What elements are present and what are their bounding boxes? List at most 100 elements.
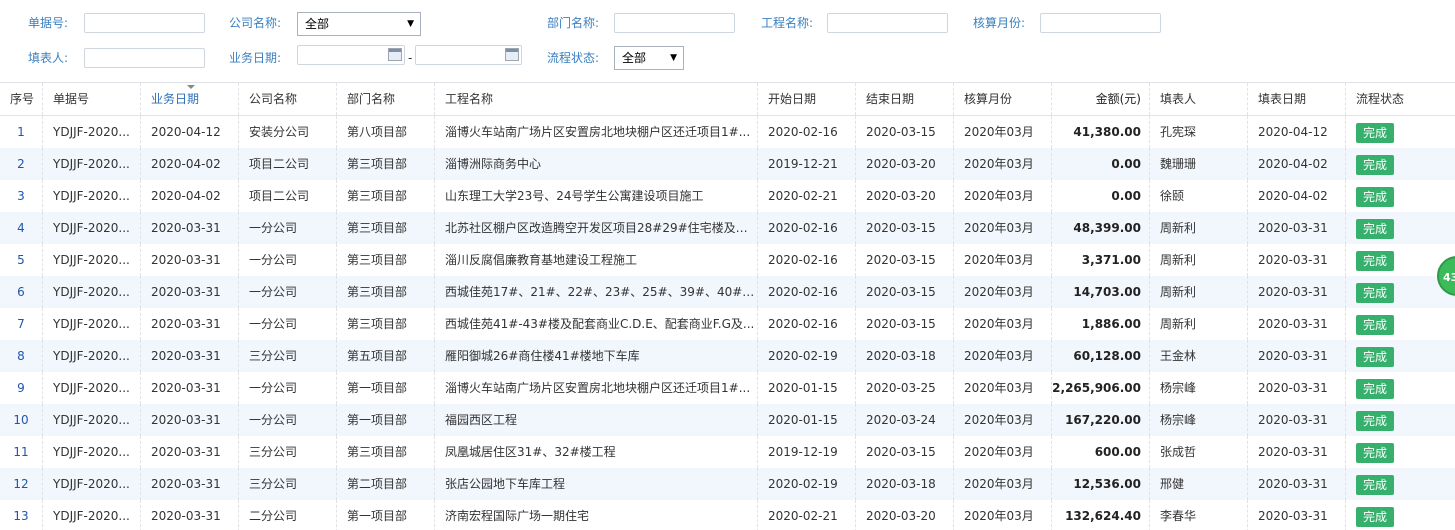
dept-label: 部门名称: [547,16,600,30]
status-badge[interactable]: 完成 [1356,442,1395,463]
table-row[interactable]: 5 YDJJF-2020... 2020-03-31 一分公司 第三项目部 淄川反腐倡廉教… [0,244,1455,276]
table-row[interactable]: 2 YDJJF-2020... 2020-04-02 项目二公司 第三项目部 淄博洲际商务… [0,148,1455,180]
flow-status-select[interactable]: 全部 ▼ [614,46,684,70]
filler-label: 填表人: [28,51,69,65]
row-month: 2020年03月 [954,148,1052,180]
project-input[interactable] [827,13,948,33]
flow-status-select-value: 全部 [622,51,647,65]
bizdate-start-input[interactable] [297,45,405,65]
table-row[interactable]: 6 YDJJF-2020... 2020-03-31 一分公司 第三项目部 西城佳苑17#… [0,276,1455,308]
row-amount: 132,624.40 [1052,500,1150,530]
row-amount: 14,703.00 [1052,276,1150,308]
status-badge[interactable]: 完成 [1356,378,1395,399]
table-row[interactable]: 13 YDJJF-2020... 2020-03-31 二分公司 第一项目部 济南宏程国际… [0,500,1455,530]
row-doc-no: YDJJF-2020... [43,244,141,276]
filler-input[interactable] [84,48,205,68]
row-no[interactable]: 4 [0,212,43,244]
row-bizdate: 2020-03-31 [141,468,239,500]
status-badge[interactable]: 完成 [1356,346,1395,367]
row-dept: 第三项目部 [337,436,435,468]
col-header-bizdate[interactable]: 业务日期 [141,83,239,115]
row-no[interactable]: 10 [0,404,43,436]
status-badge[interactable]: 完成 [1356,410,1395,431]
table-row[interactable]: 7 YDJJF-2020... 2020-03-31 一分公司 第三项目部 西城佳苑41#… [0,308,1455,340]
col-header-company[interactable]: 公司名称 [239,83,337,115]
row-status: 完成 [1346,468,1455,500]
calendar-icon[interactable] [388,48,402,61]
row-no[interactable]: 6 [0,276,43,308]
row-filler: 杨宗峰 [1150,372,1248,404]
col-header-dept[interactable]: 部门名称 [337,83,435,115]
row-month: 2020年03月 [954,436,1052,468]
status-badge[interactable]: 完成 [1356,282,1395,303]
status-badge[interactable]: 完成 [1356,506,1395,527]
row-no[interactable]: 13 [0,500,43,530]
row-doc-no: YDJJF-2020... [43,404,141,436]
company-select[interactable]: 全部 ▼ [297,12,421,36]
row-filler: 徐颐 [1150,180,1248,212]
row-doc-no: YDJJF-2020... [43,500,141,530]
col-header-status[interactable]: 流程状态 [1346,83,1455,115]
status-badge[interactable]: 完成 [1356,218,1395,239]
table-row[interactable]: 4 YDJJF-2020... 2020-03-31 一分公司 第三项目部 北苏社区棚户区… [0,212,1455,244]
table-row[interactable]: 1 YDJJF-2020... 2020-04-12 安装分公司 第八项目部 淄博火车站南… [0,116,1455,148]
row-doc-no: YDJJF-2020... [43,276,141,308]
row-filldate: 2020-03-31 [1248,212,1346,244]
table-row[interactable]: 3 YDJJF-2020... 2020-04-02 项目二公司 第三项目部 山东理工大学… [0,180,1455,212]
doc-no-input[interactable] [84,13,205,33]
row-no[interactable]: 12 [0,468,43,500]
status-badge[interactable]: 完成 [1356,154,1395,175]
col-header-filler[interactable]: 填表人 [1150,83,1248,115]
row-bizdate: 2020-03-31 [141,340,239,372]
row-bizdate: 2020-03-31 [141,404,239,436]
table-row[interactable]: 9 YDJJF-2020... 2020-03-31 一分公司 第一项目部 淄博火车站南广… [0,372,1455,404]
row-bizdate: 2020-03-31 [141,436,239,468]
row-amount: 600.00 [1052,436,1150,468]
row-filler: 邢健 [1150,468,1248,500]
row-no[interactable]: 5 [0,244,43,276]
row-project: 西城佳苑17#、21#、22#、23#、25#、39#、40#住宅... [435,276,758,308]
col-header-project[interactable]: 工程名称 [435,83,758,115]
status-badge[interactable]: 完成 [1356,474,1395,495]
status-badge[interactable]: 完成 [1356,186,1395,207]
row-dept: 第五项目部 [337,340,435,372]
col-header-bizdate-label: 业务日期 [151,92,200,106]
col-header-filldate[interactable]: 填表日期 [1248,83,1346,115]
row-status: 完成 [1346,212,1455,244]
row-filler: 李春华 [1150,500,1248,530]
row-amount: 3,371.00 [1052,244,1150,276]
table-row[interactable]: 8 YDJJF-2020... 2020-03-31 三分公司 第五项目部 雁阳御城26#… [0,340,1455,372]
dept-input[interactable] [614,13,735,33]
bizdate-end-input[interactable] [415,45,522,65]
col-header-amount[interactable]: 金额(元) [1052,83,1150,115]
row-company: 三分公司 [239,468,337,500]
table-row[interactable]: 10 YDJJF-2020... 2020-03-31 一分公司 第一项目部 福园西区工程… [0,404,1455,436]
table-row[interactable]: 12 YDJJF-2020... 2020-03-31 三分公司 第二项目部 张店公园地下… [0,468,1455,500]
row-status: 完成 [1346,180,1455,212]
row-no[interactable]: 11 [0,436,43,468]
col-header-end[interactable]: 结束日期 [856,83,954,115]
row-amount: 48,399.00 [1052,212,1150,244]
col-header-start[interactable]: 开始日期 [758,83,856,115]
row-no[interactable]: 1 [0,116,43,148]
row-filldate: 2020-03-31 [1248,244,1346,276]
calendar-icon[interactable] [505,48,519,61]
table-row[interactable]: 11 YDJJF-2020... 2020-03-31 三分公司 第三项目部 凤凰城居住区… [0,436,1455,468]
row-no[interactable]: 8 [0,340,43,372]
row-no[interactable]: 9 [0,372,43,404]
row-bizdate: 2020-03-31 [141,500,239,530]
row-company: 一分公司 [239,244,337,276]
col-header-doc-no[interactable]: 单据号 [43,83,141,115]
row-no[interactable]: 7 [0,308,43,340]
status-badge[interactable]: 完成 [1356,250,1395,271]
col-header-no[interactable]: 序号 [0,83,43,115]
col-header-month[interactable]: 核算月份 [954,83,1052,115]
row-no[interactable]: 3 [0,180,43,212]
row-no[interactable]: 2 [0,148,43,180]
status-badge[interactable]: 完成 [1356,122,1395,143]
row-bizdate: 2020-04-12 [141,116,239,148]
row-start-date: 2020-02-16 [758,116,856,148]
status-badge[interactable]: 完成 [1356,314,1395,335]
row-start-date: 2020-02-16 [758,276,856,308]
month-input[interactable] [1040,13,1161,33]
